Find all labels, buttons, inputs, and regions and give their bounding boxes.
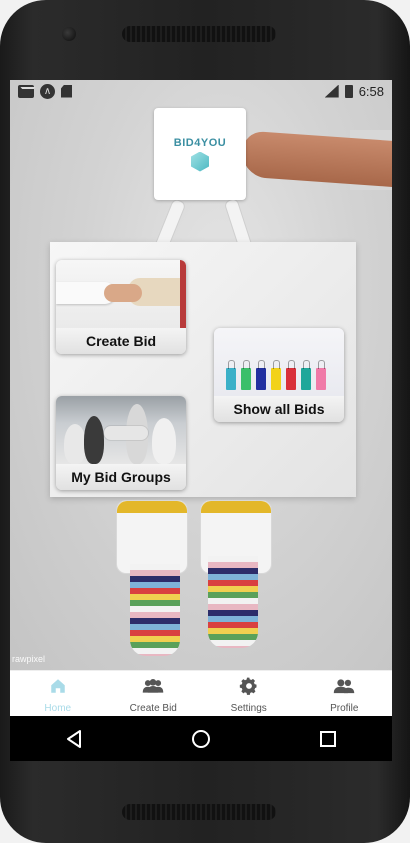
arm-decoration: [240, 130, 392, 188]
top-speaker: [122, 26, 276, 42]
nav-settings-label: Settings: [230, 703, 267, 714]
bottom-navigation: Home Create Bid Settings Profile: [10, 670, 392, 716]
show-all-bids-label: Show all Bids: [214, 396, 344, 422]
gear-icon: [239, 675, 259, 697]
home-circle-icon[interactable]: [181, 719, 221, 759]
app-screen: rawpixel ∧ LTE 6:58 BID4YOU Create Bid S…: [10, 80, 392, 761]
my-bid-groups-label: My Bid Groups: [56, 464, 186, 490]
home-icon: [49, 675, 67, 697]
back-icon[interactable]: [54, 719, 94, 759]
nav-create-bid[interactable]: Create Bid: [106, 671, 202, 716]
nav-profile-label: Profile: [330, 703, 359, 714]
nav-home[interactable]: Home: [10, 671, 106, 716]
app-circle-icon: ∧: [40, 83, 55, 99]
shoe-left: [116, 500, 188, 574]
nav-profile[interactable]: Profile: [297, 671, 393, 716]
show-all-bids-card[interactable]: Show all Bids: [214, 328, 344, 422]
watermark: rawpixel: [12, 654, 46, 664]
phone-frame: rawpixel ∧ LTE 6:58 BID4YOU Create Bid S…: [0, 0, 410, 843]
people-icon: [333, 675, 355, 697]
bottom-speaker: [122, 804, 276, 820]
system-navigation-bar: [10, 716, 392, 761]
logo-hexagon-icon: [191, 151, 209, 172]
create-bid-label: Create Bid: [56, 328, 186, 354]
signal-icon: LTE: [324, 84, 339, 98]
nav-create-bid-label: Create Bid: [129, 703, 177, 714]
nav-home-label: Home: [44, 703, 72, 714]
recents-icon[interactable]: [308, 719, 348, 759]
front-camera: [62, 27, 76, 41]
handshake-image: [56, 260, 186, 328]
sock-left: [130, 564, 180, 656]
team-image: [56, 396, 186, 464]
gmail-icon: [18, 84, 34, 98]
sd-card-icon: [61, 84, 72, 98]
battery-icon: [344, 84, 353, 98]
nav-settings[interactable]: Settings: [201, 671, 297, 716]
app-logo: BID4YOU: [154, 108, 246, 200]
my-bid-groups-card[interactable]: My Bid Groups: [56, 396, 186, 490]
logo-text: BID4YOU: [173, 136, 227, 149]
sock-right: [208, 556, 258, 648]
status-bar: ∧ LTE 6:58: [10, 80, 392, 102]
shopping-bags-image: [214, 328, 344, 396]
status-time: 6:58: [358, 83, 384, 99]
create-bid-card[interactable]: Create Bid: [56, 260, 186, 354]
group-icon: [142, 675, 164, 697]
